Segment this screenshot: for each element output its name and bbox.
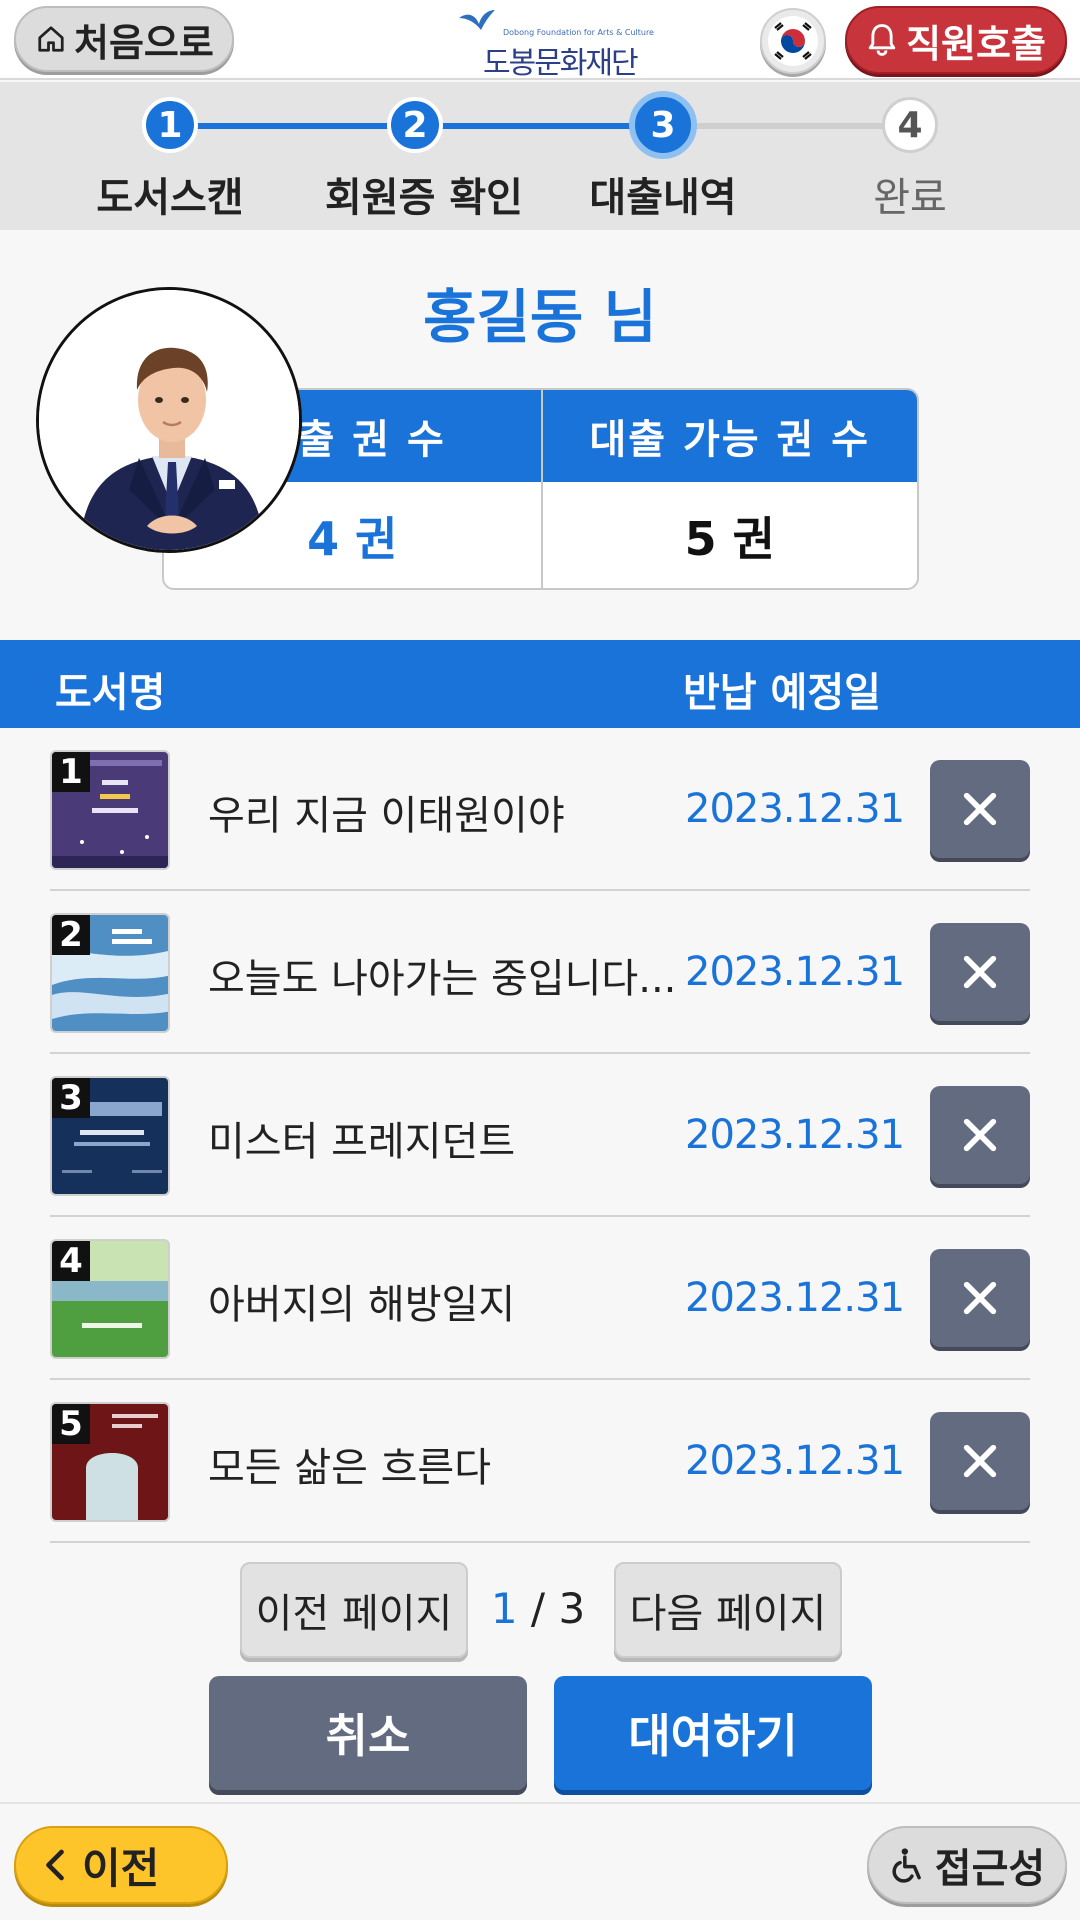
borrow-button[interactable]: 대여하기 xyxy=(554,1676,872,1790)
book-row: 1 우리 지금 이태원이야 2023.12.31 xyxy=(50,728,1030,891)
top-bar: 처음으로 Dobong Foundation for Arts & Cultur… xyxy=(0,0,1080,81)
korea-flag-icon xyxy=(768,16,818,66)
remove-book-button[interactable] xyxy=(930,760,1030,858)
total-pages: 3 xyxy=(558,1584,586,1633)
accessibility-button[interactable]: 접근성 xyxy=(867,1826,1067,1904)
book-number: 1 xyxy=(52,752,90,792)
close-icon xyxy=(963,1444,997,1478)
step-1-number: 1 xyxy=(142,97,198,153)
language-button[interactable] xyxy=(760,8,826,74)
step-4-label: 완료 xyxy=(873,175,947,221)
book-due-date: 2023.12.31 xyxy=(685,949,905,995)
column-due-date-header: 반납 예정일 xyxy=(683,670,881,716)
call-staff-label: 직원호출 xyxy=(906,21,1046,66)
book-cover: 5 xyxy=(50,1402,170,1522)
book-title: 미스터 프레지던트 xyxy=(208,1119,516,1165)
book-cover: 2 xyxy=(50,913,170,1033)
previous-page-button[interactable]: 이전 페이지 xyxy=(240,1562,468,1658)
back-button[interactable]: 이전 xyxy=(14,1826,228,1904)
book-row: 3 미스터 프레지던트 2023.12.31 xyxy=(50,1054,1030,1217)
close-icon xyxy=(963,1118,997,1152)
close-icon xyxy=(963,792,997,826)
remove-book-button[interactable] xyxy=(930,1412,1030,1510)
remove-book-button[interactable] xyxy=(930,923,1030,1021)
logo-subtitle: Dobong Foundation for Arts & Culture xyxy=(503,28,654,37)
page-separator: / xyxy=(530,1584,546,1633)
close-icon xyxy=(963,1281,997,1315)
bell-icon xyxy=(868,24,896,56)
cancel-label: 취소 xyxy=(325,1709,411,1763)
available-count-column: 대출 가능 권 수 5 권 xyxy=(540,390,918,588)
home-button[interactable]: 처음으로 xyxy=(14,6,234,72)
step-3: 3 대출내역 xyxy=(573,91,753,223)
available-count-label: 대출 가능 권 수 xyxy=(589,417,871,463)
progress-stepper: 1 도서스캔 2 회원증 확인 3 대출내역 4 완료 xyxy=(0,82,1080,230)
book-title: 오늘도 나아가는 중입니다... xyxy=(208,956,677,1002)
book-row: 4 아버지의 해방일지 2023.12.31 xyxy=(50,1217,1030,1380)
home-label: 처음으로 xyxy=(74,20,214,65)
book-cover: 3 xyxy=(50,1076,170,1196)
book-number: 3 xyxy=(52,1078,90,1118)
cancel-button[interactable]: 취소 xyxy=(209,1676,527,1790)
step-2: 2 회원증 확인 xyxy=(325,97,523,223)
close-icon xyxy=(963,955,997,989)
accessibility-label: 접근성 xyxy=(934,1846,1046,1892)
book-number: 2 xyxy=(52,915,90,955)
book-due-date: 2023.12.31 xyxy=(685,786,905,832)
book-title: 우리 지금 이태원이야 xyxy=(208,793,565,839)
book-cover: 1 xyxy=(50,750,170,870)
wheelchair-icon xyxy=(892,1848,921,1883)
next-page-button[interactable]: 다음 페이지 xyxy=(614,1562,842,1658)
available-count-value: 5 권 xyxy=(684,512,775,566)
assistant-avatar xyxy=(36,287,302,553)
home-icon xyxy=(38,26,64,52)
step-3-number: 3 xyxy=(629,91,697,159)
foundation-logo: Dobong Foundation for Arts & Culture 도봉문… xyxy=(455,8,654,81)
borrow-label: 대여하기 xyxy=(628,1709,798,1763)
previous-page-label: 이전 페이지 xyxy=(255,1591,453,1637)
step-2-label: 회원증 확인 xyxy=(325,175,523,221)
step-3-label: 대출내역 xyxy=(589,175,737,221)
book-title: 모든 삶은 흐른다 xyxy=(208,1445,492,1491)
book-due-date: 2023.12.31 xyxy=(685,1275,905,1321)
next-page-label: 다음 페이지 xyxy=(629,1591,827,1637)
book-due-date: 2023.12.31 xyxy=(685,1112,905,1158)
book-cover: 4 xyxy=(50,1239,170,1359)
book-number: 4 xyxy=(52,1241,90,1281)
book-list-header: 도서명 반납 예정일 xyxy=(0,640,1080,728)
page-indicator: 1 / 3 xyxy=(478,1584,598,1633)
step-4: 4 완료 xyxy=(820,97,1000,223)
current-page: 1 xyxy=(490,1584,518,1633)
call-staff-button[interactable]: 직원호출 xyxy=(845,6,1067,74)
step-2-number: 2 xyxy=(387,97,443,153)
step-1-label: 도서스캔 xyxy=(96,175,244,221)
remove-book-button[interactable] xyxy=(930,1086,1030,1184)
bird-logo-icon xyxy=(459,10,495,30)
book-due-date: 2023.12.31 xyxy=(685,1438,905,1484)
logo-title: 도봉문화재단 xyxy=(483,46,639,81)
column-title-header: 도서명 xyxy=(55,670,166,716)
step-4-number: 4 xyxy=(882,97,938,153)
avatar-figure-image xyxy=(39,290,299,550)
book-number: 5 xyxy=(52,1404,90,1444)
book-row: 2 오늘도 나아가는 중입니다... 2023.12.31 xyxy=(50,891,1030,1054)
book-title: 아버지의 해방일지 xyxy=(208,1282,516,1328)
chevron-left-icon xyxy=(46,1849,64,1881)
back-label: 이전 xyxy=(82,1843,160,1893)
book-row: 5 모든 삶은 흐른다 2023.12.31 xyxy=(50,1380,1030,1543)
footer-bar: 이전 접근성 xyxy=(0,1802,1080,1920)
step-1: 1 도서스캔 xyxy=(80,97,260,223)
remove-book-button[interactable] xyxy=(930,1249,1030,1347)
